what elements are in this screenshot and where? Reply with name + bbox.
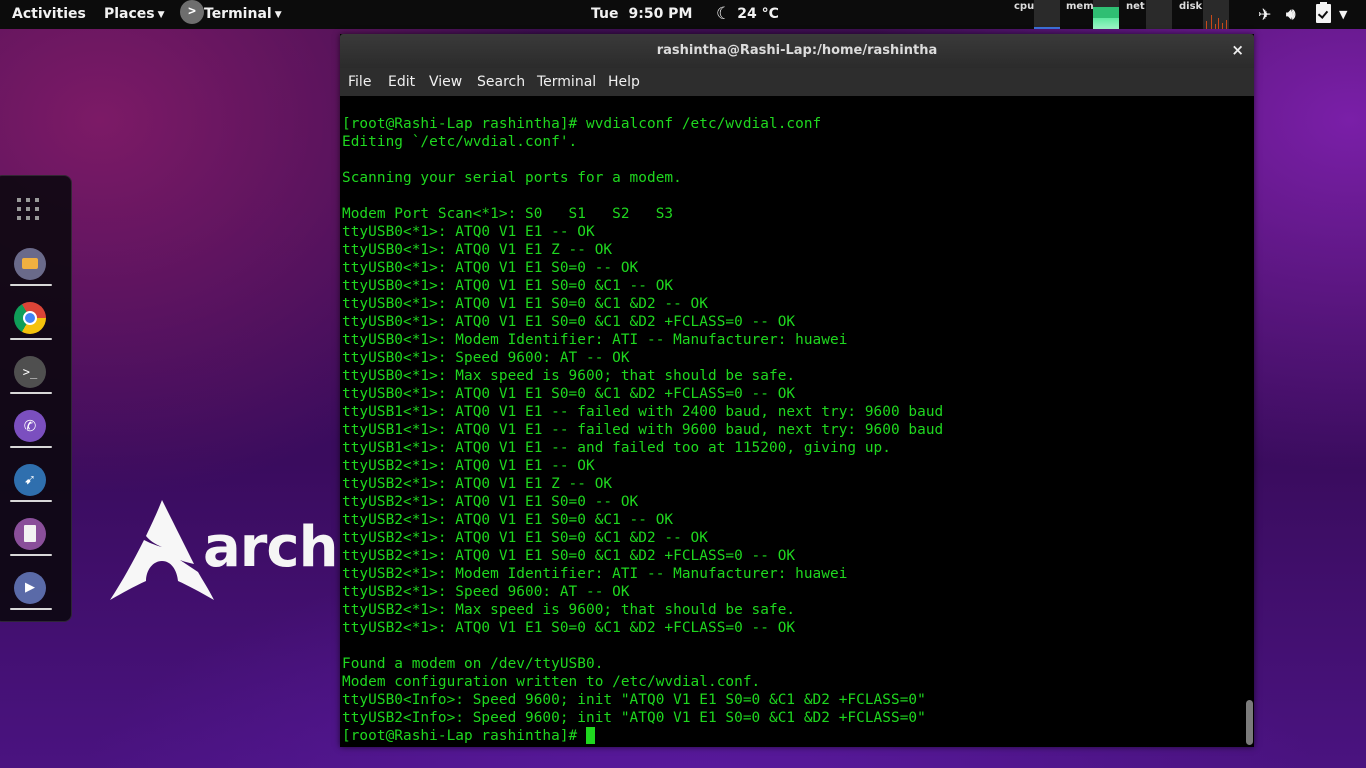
terminal-line: ttyUSB2<*1>: ATQ0 V1 E1 S0=0 -- OK	[342, 494, 639, 510]
chrome-icon[interactable]	[14, 302, 46, 334]
window-title: rashintha@Rashi-Lap:/home/rashintha	[656, 43, 938, 58]
scrollbar-thumb[interactable]	[1246, 700, 1253, 745]
terminal-line: ttyUSB2<*1>: Modem Identifier: ATI -- Ma…	[342, 566, 848, 582]
cpu-graph	[1034, 0, 1060, 29]
app-menu[interactable]: > Terminal ▼	[180, 0, 282, 29]
disk-graph	[1203, 0, 1229, 29]
terminal-output[interactable]: [root@Rashi-Lap rashintha]# wvdialconf /…	[340, 96, 1244, 747]
terminal-cursor	[586, 727, 595, 744]
terminal-line: Modem Port Scan<*1>: S0 S1 S2 S3	[342, 206, 674, 222]
terminal-line: ttyUSB1<*1>: ATQ0 V1 E1 -- failed with 2…	[342, 404, 944, 420]
terminal-line: ttyUSB0<*1>: ATQ0 V1 E1 S0=0 -- OK	[342, 260, 639, 276]
terminal-line: ttyUSB0<*1>: Modem Identifier: ATI -- Ma…	[342, 332, 848, 348]
terminal-line: ttyUSB0<*1>: Max speed is 9600; that sho…	[342, 368, 796, 384]
terminal-window[interactable]: rashintha@Rashi-Lap:/home/rashintha × Fi…	[340, 34, 1254, 747]
app-menu-label: Terminal	[204, 6, 272, 22]
terminal-text: [root@Rashi-Lap rashintha]# wvdialconf /…	[342, 115, 943, 745]
dock-indicator	[10, 500, 52, 502]
viber-icon[interactable]: ✆	[14, 410, 46, 442]
clock[interactable]: Tue 9:50 PM	[591, 0, 692, 29]
terminal-line: Scanning your serial ports for a modem.	[342, 170, 682, 186]
terminal-line: ttyUSB2<*1>: ATQ0 V1 E1 Z -- OK	[342, 476, 613, 492]
places-menu[interactable]: Places ▼	[104, 0, 165, 29]
dock-indicator	[10, 392, 52, 394]
dock-indicator	[10, 284, 52, 286]
net-label: net	[1126, 1, 1145, 12]
terminal-line: Found a modem on /dev/ttyUSB0.	[342, 656, 604, 672]
terminal-line: ttyUSB1<*1>: ATQ0 V1 E1 -- and failed to…	[342, 440, 891, 456]
top-bar: Activities Places ▼ > Terminal ▼ Tue 9:50 PM…	[0, 0, 1366, 29]
activities-button[interactable]: Activities	[12, 0, 86, 29]
terminal-line: ttyUSB0<*1>: Speed 9600: AT -- OK	[342, 350, 630, 366]
terminal-app-icon: >	[180, 0, 204, 24]
scrollbar[interactable]	[1244, 96, 1254, 747]
menu-edit[interactable]: Edit	[388, 68, 415, 96]
chevron-down-icon: ▼	[274, 10, 282, 20]
clock-time: 9:50 PM	[628, 6, 693, 22]
dock-indicator	[10, 446, 52, 448]
terminal-line: Editing `/etc/wvdial.conf'.	[342, 134, 578, 150]
text-editor-icon[interactable]	[14, 518, 46, 550]
power-menu-icon[interactable]: ▼	[1339, 0, 1347, 29]
menu-bar: File Edit View Search Terminal Help	[340, 68, 1254, 96]
temperature: 24 °C	[737, 6, 779, 22]
terminal-line: ttyUSB0<*1>: ATQ0 V1 E1 S0=0 &C1 -- OK	[342, 278, 674, 294]
terminal-icon[interactable]: >_	[14, 356, 46, 388]
airplane-mode-icon[interactable]: ✈	[1258, 0, 1271, 29]
window-titlebar[interactable]: rashintha@Rashi-Lap:/home/rashintha ×	[340, 34, 1254, 68]
mem-label: mem	[1066, 1, 1094, 12]
terminal-line: ttyUSB2<*1>: Max speed is 9600; that sho…	[342, 602, 796, 618]
terminal-line: ttyUSB0<*1>: ATQ0 V1 E1 Z -- OK	[342, 242, 613, 258]
dock-indicator	[10, 338, 52, 340]
menu-help[interactable]: Help	[608, 68, 640, 96]
terminal-line: [root@Rashi-Lap rashintha]# wvdialconf /…	[342, 116, 822, 132]
terminal-line: ttyUSB2<Info>: Speed 9600; init "ATQ0 V1…	[342, 710, 926, 726]
files-icon[interactable]	[14, 248, 46, 280]
terminal-prompt: [root@Rashi-Lap rashintha]#	[342, 728, 586, 744]
terminal-line: ttyUSB2<*1>: ATQ0 V1 E1 S0=0 &C1 -- OK	[342, 512, 674, 528]
terminal-line: ttyUSB2<*1>: ATQ0 V1 E1 S0=0 &C1 &D2 +FC…	[342, 620, 796, 636]
terminal-prompt-line: [root@Rashi-Lap rashintha]#	[342, 727, 943, 745]
menu-search[interactable]: Search	[477, 68, 525, 96]
terminal-line: ttyUSB0<Info>: Speed 9600; init "ATQ0 V1…	[342, 692, 926, 708]
close-icon[interactable]: ×	[1231, 34, 1244, 68]
terminal-line: ttyUSB1<*1>: ATQ0 V1 E1 -- failed with 9…	[342, 422, 944, 438]
terminal-line: ttyUSB0<*1>: ATQ0 V1 E1 -- OK	[342, 224, 595, 240]
terminal-line: ttyUSB2<*1>: ATQ0 V1 E1 -- OK	[342, 458, 595, 474]
terminal-line: ttyUSB0<*1>: ATQ0 V1 E1 S0=0 &C1 &D2 +FC…	[342, 386, 796, 402]
menu-view[interactable]: View	[429, 68, 462, 96]
menu-terminal[interactable]: Terminal	[537, 68, 596, 96]
cpu-label: cpu	[1014, 1, 1035, 12]
chevron-down-icon: ▼	[157, 10, 165, 20]
mem-graph	[1093, 0, 1119, 29]
terminal-line: ttyUSB2<*1>: ATQ0 V1 E1 S0=0 &C1 &D2 -- …	[342, 530, 708, 546]
clock-day: Tue	[591, 6, 619, 22]
terminal-line: ttyUSB2<*1>: Speed 9600: AT -- OK	[342, 584, 630, 600]
menu-file[interactable]: File	[348, 68, 371, 96]
terminal-line: Modem configuration written to /etc/wvdi…	[342, 674, 761, 690]
dock-indicator	[10, 554, 52, 556]
arch-logo-icon	[110, 500, 214, 600]
volume-icon[interactable]: 🔊︎	[1286, 0, 1295, 29]
places-label: Places	[104, 6, 155, 22]
terminal-line: ttyUSB0<*1>: ATQ0 V1 E1 S0=0 &C1 &D2 +FC…	[342, 314, 796, 330]
network-monitor-icon[interactable]: ➹	[14, 464, 46, 496]
dock-indicator	[10, 608, 52, 610]
video-player-icon[interactable]: ▶	[14, 572, 46, 604]
battery-icon[interactable]	[1316, 0, 1331, 29]
moon-cloud-icon: ☾	[716, 4, 732, 24]
disk-label: disk	[1179, 1, 1203, 12]
weather-indicator[interactable]: ☾ 24 °C	[716, 0, 779, 29]
net-graph	[1146, 0, 1172, 29]
dash-dock: >_ ✆ ➹ ▶	[0, 175, 72, 622]
show-applications-icon[interactable]	[17, 198, 43, 224]
terminal-line: ttyUSB2<*1>: ATQ0 V1 E1 S0=0 &C1 &D2 +FC…	[342, 548, 796, 564]
terminal-line: ttyUSB0<*1>: ATQ0 V1 E1 S0=0 &C1 &D2 -- …	[342, 296, 708, 312]
